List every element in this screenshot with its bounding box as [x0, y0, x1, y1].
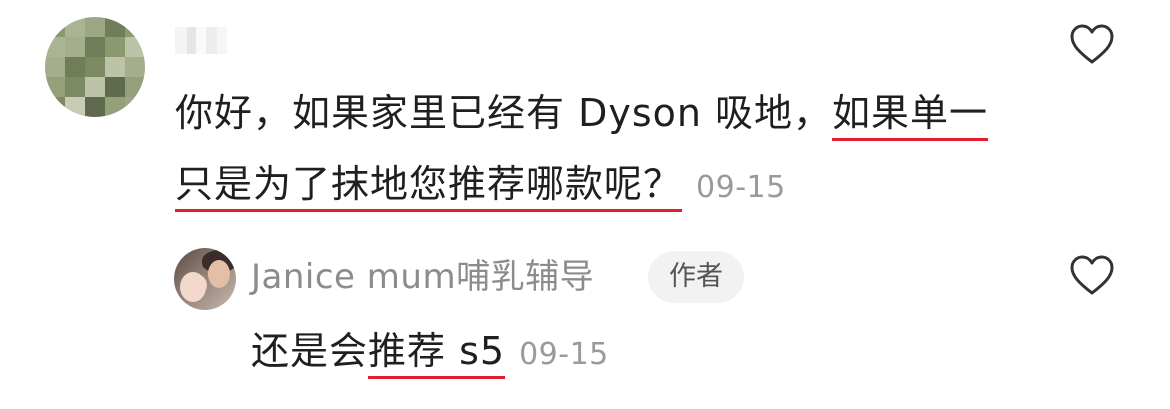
avatar-mosaic-tile: [105, 97, 125, 117]
avatar-mosaic-tile: [85, 17, 105, 37]
comment-body: 你好，如果家里已经有 Dyson 吸地，如果单一只是为了抹地您推荐哪款呢？ 09-…: [175, 78, 1005, 223]
avatar-mosaic-tile: [105, 77, 125, 97]
reply-body: 还是会推荐 s5 09-15: [251, 318, 609, 388]
avatar-mosaic-tile: [45, 37, 65, 57]
reply-author-avatar[interactable]: [174, 248, 236, 310]
commenter-avatar[interactable]: [45, 17, 145, 117]
like-reply-heart-icon[interactable]: [1069, 254, 1115, 296]
reply-text-plain: 还是会: [251, 329, 369, 373]
avatar-mosaic-tile: [85, 77, 105, 97]
avatar-mosaic-tile: [125, 57, 145, 77]
avatar-baby-face-shape: [180, 272, 206, 302]
avatar-mosaic-tile: [105, 37, 125, 57]
avatar-mosaic-tile: [105, 17, 125, 37]
avatar-mosaic-tile: [105, 57, 125, 77]
avatar-mosaic-tile: [45, 97, 65, 117]
comment-date: 09-15: [696, 170, 786, 205]
avatar-mosaic-tile: [45, 17, 65, 37]
reply-text-highlighted: 推荐 s5: [368, 329, 506, 373]
comment-text-plain: 你好，如果家里已经有 Dyson 吸地，: [175, 91, 833, 135]
avatar-mosaic-tile: [125, 37, 145, 57]
avatar-mosaic-tile: [65, 57, 85, 77]
avatar-mosaic-tile: [125, 77, 145, 97]
avatar-mosaic-tile: [65, 97, 85, 117]
avatar-mosaic-tile: [65, 37, 85, 57]
avatar-mosaic-tile: [85, 37, 105, 57]
reply-author-name[interactable]: Janice mum哺乳辅导: [251, 252, 594, 302]
avatar-mosaic-tile: [45, 57, 65, 77]
avatar-mosaic-tile: [65, 77, 85, 97]
avatar-mosaic-tile: [85, 97, 105, 117]
avatar-mosaic-tile: [45, 77, 65, 97]
author-badge: 作者: [648, 251, 744, 303]
reply-date: 09-15: [519, 337, 609, 372]
avatar-mosaic-tile: [125, 17, 145, 37]
avatar-mosaic-tile: [125, 97, 145, 117]
avatar-mosaic-tile: [65, 17, 85, 37]
avatar-mosaic-tile: [85, 57, 105, 77]
like-comment-heart-icon[interactable]: [1069, 23, 1115, 65]
avatar-face-shape: [208, 260, 230, 288]
commenter-name-redacted[interactable]: [175, 27, 227, 54]
